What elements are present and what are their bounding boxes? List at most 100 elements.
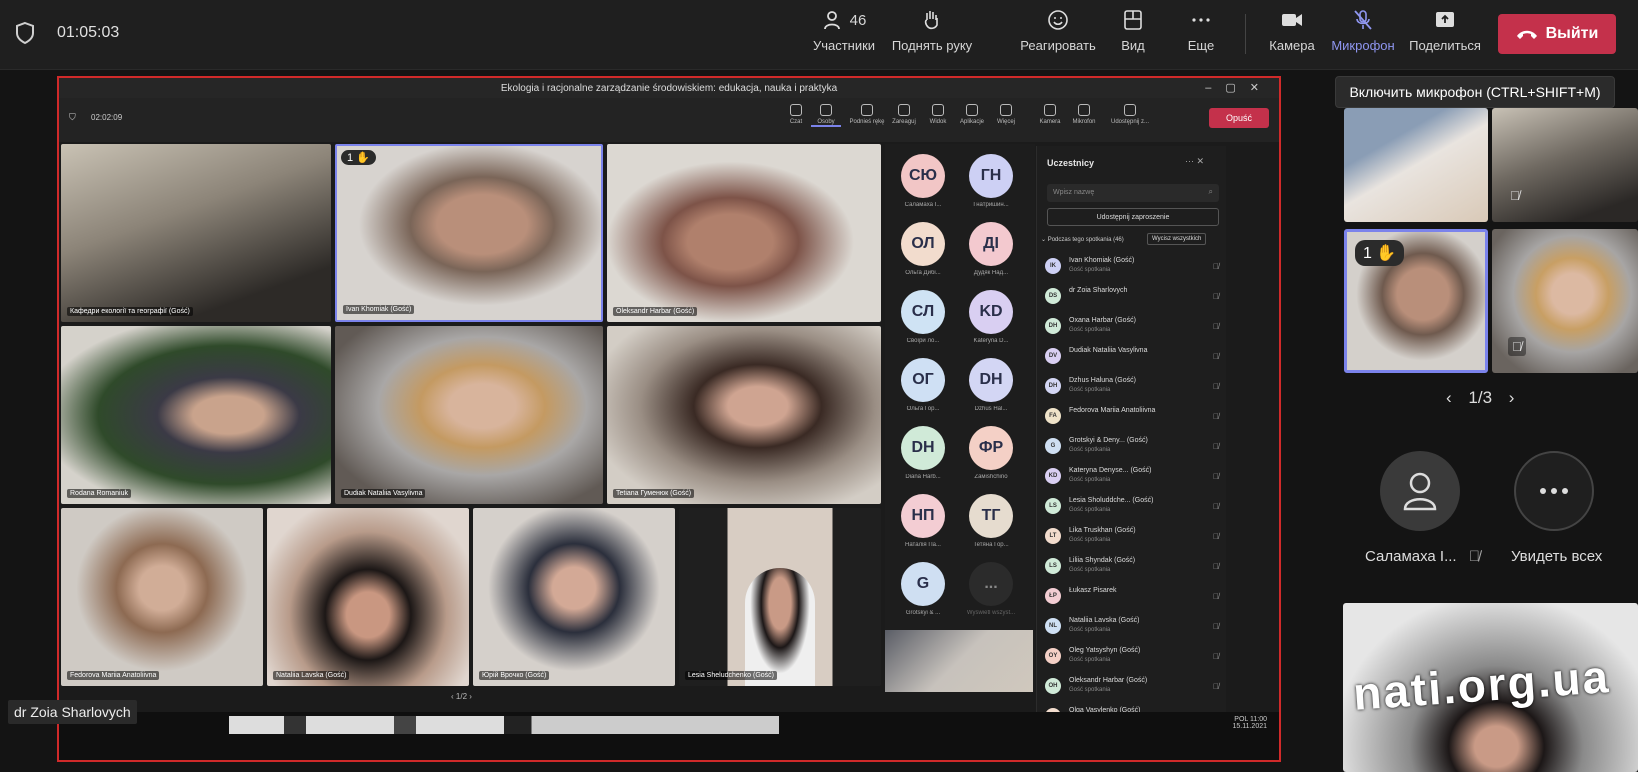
search-icon: ⌕ <box>1208 187 1213 196</box>
inner-pager-label: 1/2 <box>455 692 468 701</box>
video-tile[interactable]: Oleksandr Harbar (Gość) <box>607 144 881 322</box>
more-label: Еще <box>1187 38 1215 53</box>
inner-leave-button[interactable]: Opuść <box>1209 108 1269 128</box>
inner-pager[interactable]: ‹ 1/2 › <box>451 692 472 701</box>
participant-avatar[interactable] <box>1380 451 1460 531</box>
participants-search-input[interactable]: Wpisz nazwę ⌕ <box>1047 184 1219 202</box>
participant-avatar[interactable]: KD <box>969 290 1013 334</box>
view-button[interactable]: Вид <box>1108 8 1158 64</box>
participant-avatar[interactable]: ГН <box>969 154 1013 198</box>
participant-row[interactable]: DH Oxana Harbar (Gość) Gość spotkania 🎙̸ <box>1045 314 1221 340</box>
video-tile[interactable]: Tetiana Гуменюк (Gość) <box>607 326 881 504</box>
share-button[interactable]: Поделиться <box>1405 8 1485 64</box>
participant-row[interactable]: IK Ivan Khomiak (Gość) Gość spotkania 🎙̸ <box>1045 254 1221 280</box>
camera-button[interactable]: Камера <box>1262 8 1322 64</box>
participant-avatar[interactable]: ОГ <box>901 358 945 402</box>
show-all-avatar[interactable]: ... <box>969 562 1013 606</box>
participant-row[interactable]: LS Lesia Sholuddche... (Gość) Gość spotkan… <box>1045 494 1221 520</box>
participant-avatar[interactable]: ФР <box>969 426 1013 470</box>
participant-avatar[interactable]: СЮ <box>901 154 945 198</box>
inner-camera-button[interactable]: Kamera <box>1035 104 1065 125</box>
participant-avatar[interactable]: DH <box>901 426 945 470</box>
participant-row[interactable]: LS Liliia Shyndak (Gość) Gość spotkania 🎙̸ <box>1045 554 1221 580</box>
video-tile[interactable]: Юрій Врочко (Gość) <box>473 508 675 686</box>
mic-muted-icon: 🎙̸ <box>1213 502 1219 511</box>
inner-timer: 02:02:09 <box>91 113 123 122</box>
video-tile-speaker[interactable]: 1 ✋ Ivan Khomiak (Gość) <box>335 144 603 322</box>
more-button[interactable]: Еще <box>1176 8 1226 64</box>
avatar-initials: НП <box>911 507 935 524</box>
participant-row[interactable]: ŁP Łukasz Pisarek 🎙̸ <box>1045 584 1221 610</box>
participant-role: Gość spotkania <box>1069 507 1111 513</box>
video-tile[interactable]: 🎙̸ <box>1492 108 1638 222</box>
participant-row[interactable]: G Grotskyi & Deny... (Gość) Gość spotkania… <box>1045 434 1221 460</box>
participant-role: Gość spotkania <box>1069 687 1111 693</box>
inner-chat-button[interactable]: Czat <box>781 104 811 125</box>
video-tile[interactable]: Fedorova Mariia Anatoliivna <box>61 508 263 686</box>
avatar-initials: ФР <box>978 439 1004 456</box>
participant-row[interactable]: FA Fedorova Mariia Anatoliivna 🎙̸ <box>1045 404 1221 430</box>
participant-row[interactable]: DH Dzhus Haluna (Gość) Gość spotkania 🎙̸ <box>1045 374 1221 400</box>
participants-count: 46 <box>849 11 867 29</box>
video-tile[interactable]: Nataliia Lavska (Gość) <box>267 508 469 686</box>
participant-avatar[interactable]: ДІ <box>969 222 1013 266</box>
leave-button[interactable]: Выйти <box>1498 14 1616 54</box>
participant-name: Dzhus Haluna (Gość) <box>1069 377 1136 384</box>
meeting-timer: 01:05:03 <box>57 24 120 41</box>
participant-row[interactable]: NL Nataliia Lavska (Gość) Gość spotkania 🎙̸ <box>1045 614 1221 640</box>
leave-label: Выйти <box>1545 25 1599 42</box>
raise-hand-button[interactable]: Поднять руку <box>882 8 982 64</box>
microphone-button[interactable]: Микрофон <box>1328 8 1398 64</box>
inner-share-button[interactable]: Udostępnij z... <box>1103 104 1157 125</box>
inner-react-label: Zareaguj <box>892 119 916 125</box>
video-tile[interactable]: 🎙̸ <box>1492 229 1638 373</box>
participant-avatar[interactable]: НП <box>901 494 945 538</box>
mic-tooltip: Включить микрофон (CTRL+SHIFT+M) <box>1335 76 1615 108</box>
self-view-tile <box>885 630 1033 692</box>
inner-view-button[interactable]: Widok <box>923 104 953 125</box>
hand-count: 1 <box>1363 245 1372 262</box>
gallery-pager[interactable]: ‹ 1/3 › <box>1446 388 1514 408</box>
next-page-icon[interactable]: › <box>1509 388 1515 407</box>
shield-icon <box>16 21 34 45</box>
mute-all-button[interactable]: Wycisz wszystkich <box>1147 233 1207 245</box>
video-tile-speaker[interactable]: 1 ✋ <box>1344 229 1488 373</box>
prev-page-icon[interactable]: ‹ <box>1446 388 1452 407</box>
self-view-tile: nati.org.ua <box>1343 603 1638 772</box>
inner-apps-button[interactable]: Aplikacje <box>957 104 987 125</box>
inner-react-button[interactable]: Zareaguj <box>889 104 919 125</box>
participant-initials: LT <box>1045 528 1061 544</box>
video-tile[interactable]: Кафедри екології та географії (Gość) <box>61 144 331 322</box>
participant-avatar[interactable]: СЛ <box>901 290 945 334</box>
inner-people-button[interactable]: Osoby <box>811 104 841 127</box>
inner-more-button[interactable]: Więcej <box>991 104 1021 125</box>
participant-row[interactable]: KD Kateryna Denyse... (Gość) Gość spotkani… <box>1045 464 1221 490</box>
participant-row[interactable]: LT Lika Truskhan (Gość) Gość spotkania 🎙̸ <box>1045 524 1221 550</box>
participant-avatar[interactable]: ТГ <box>969 494 1013 538</box>
see-all-button[interactable] <box>1514 451 1594 531</box>
participants-button[interactable]: 46 Участники <box>806 8 882 64</box>
participant-row[interactable]: DV Dudiak Nataliia Vasylivna 🎙̸ <box>1045 344 1221 370</box>
video-tile[interactable] <box>1344 108 1488 222</box>
participant-row[interactable]: DS dr Zoia Sharlovych 🎙̸ <box>1045 284 1221 310</box>
participant-avatar[interactable]: G <box>901 562 945 606</box>
react-button[interactable]: Реагировать <box>1008 8 1108 64</box>
video-tile[interactable]: Dudiak Nataliia Vasylivna <box>335 326 603 504</box>
inner-hand-button[interactable]: Podnieś rękę <box>847 104 887 125</box>
share-invite-button[interactable]: Udostępnij zaproszenie <box>1047 208 1219 226</box>
participant-avatar[interactable]: DH <box>969 358 1013 402</box>
participants-section-header[interactable]: ⌄ Podczas tego spotkania (46) <box>1041 236 1124 243</box>
participant-initials: LS <box>1045 558 1061 574</box>
inner-toolbar: ⛉ 02:02:09 Czat Osoby Podnieś rękę Zarea… <box>59 98 1279 142</box>
mic-muted-icon: 🎙̸ <box>1213 562 1219 571</box>
participant-row[interactable]: OH Oleksandr Harbar (Gość) Gość spotkania 🎙… <box>1045 674 1221 700</box>
close-panel-icon[interactable]: ··· ✕ <box>1185 156 1204 167</box>
avatar-label: Гнатришин... <box>973 202 1009 208</box>
participant-initials: OH <box>1045 678 1061 694</box>
inner-mic-button[interactable]: Mikrofon <box>1069 104 1099 125</box>
video-tile[interactable]: Rodana Romaniuk <box>61 326 331 504</box>
tile-name: Oleksandr Harbar (Gość) <box>613 307 698 316</box>
participant-row[interactable]: OY Oleg Yatsyshyn (Gość) Gość spotkania 🎙̸ <box>1045 644 1221 670</box>
video-tile[interactable]: Lesia Sheludchenko (Gość) <box>679 508 881 686</box>
participant-avatar[interactable]: ОЛ <box>901 222 945 266</box>
